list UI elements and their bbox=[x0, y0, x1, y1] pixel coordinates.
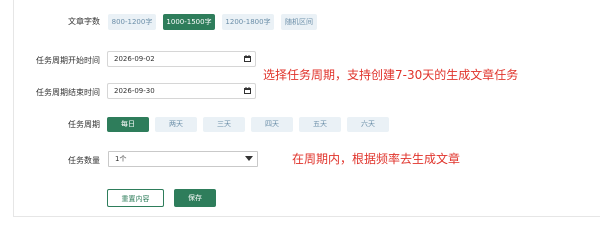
period-option-three-days[interactable]: 三天 bbox=[203, 117, 245, 132]
period-option-five-days[interactable]: 五天 bbox=[299, 117, 341, 132]
reset-button[interactable]: 重置内容 bbox=[107, 189, 164, 207]
frequency-annotation: 在周期内，根据频率去生成文章 bbox=[292, 152, 461, 166]
end-date-value: 2026-09-30 bbox=[114, 87, 155, 95]
period-option-two-days[interactable]: 两天 bbox=[155, 117, 197, 132]
word-count-label: 文章字数 bbox=[68, 17, 100, 26]
quantity-value: 1个 bbox=[115, 155, 127, 163]
end-date-label: 任务周期结束时间 bbox=[36, 88, 100, 97]
word-count-option-800-1200[interactable]: 800-1200字 bbox=[108, 14, 156, 30]
form-panel bbox=[13, 0, 600, 217]
word-count-option-random[interactable]: 随机区间 bbox=[281, 14, 317, 30]
word-count-option-1000-1500[interactable]: 1000-1500字 bbox=[163, 14, 215, 30]
start-date-input[interactable]: 2026-09-02 bbox=[107, 51, 256, 67]
start-date-label: 任务周期开始时间 bbox=[36, 56, 100, 65]
quantity-label: 任务数量 bbox=[68, 156, 100, 165]
period-option-daily[interactable]: 每日 bbox=[107, 117, 149, 132]
calendar-icon[interactable] bbox=[244, 55, 251, 62]
end-date-input[interactable]: 2026-09-30 bbox=[107, 83, 256, 99]
start-date-value: 2026-09-02 bbox=[114, 55, 155, 63]
period-option-four-days[interactable]: 四天 bbox=[251, 117, 293, 132]
chevron-down-icon[interactable] bbox=[245, 156, 253, 161]
word-count-option-1200-1800[interactable]: 1200-1800字 bbox=[222, 14, 274, 30]
quantity-select[interactable]: 1个 bbox=[108, 151, 258, 167]
save-button[interactable]: 保存 bbox=[174, 189, 216, 207]
period-label: 任务周期 bbox=[68, 120, 100, 129]
calendar-icon[interactable] bbox=[244, 87, 251, 94]
period-annotation: 选择任务周期，支持创建7-30天的生成文章任务 bbox=[263, 68, 519, 82]
period-option-six-days[interactable]: 六天 bbox=[347, 117, 389, 132]
